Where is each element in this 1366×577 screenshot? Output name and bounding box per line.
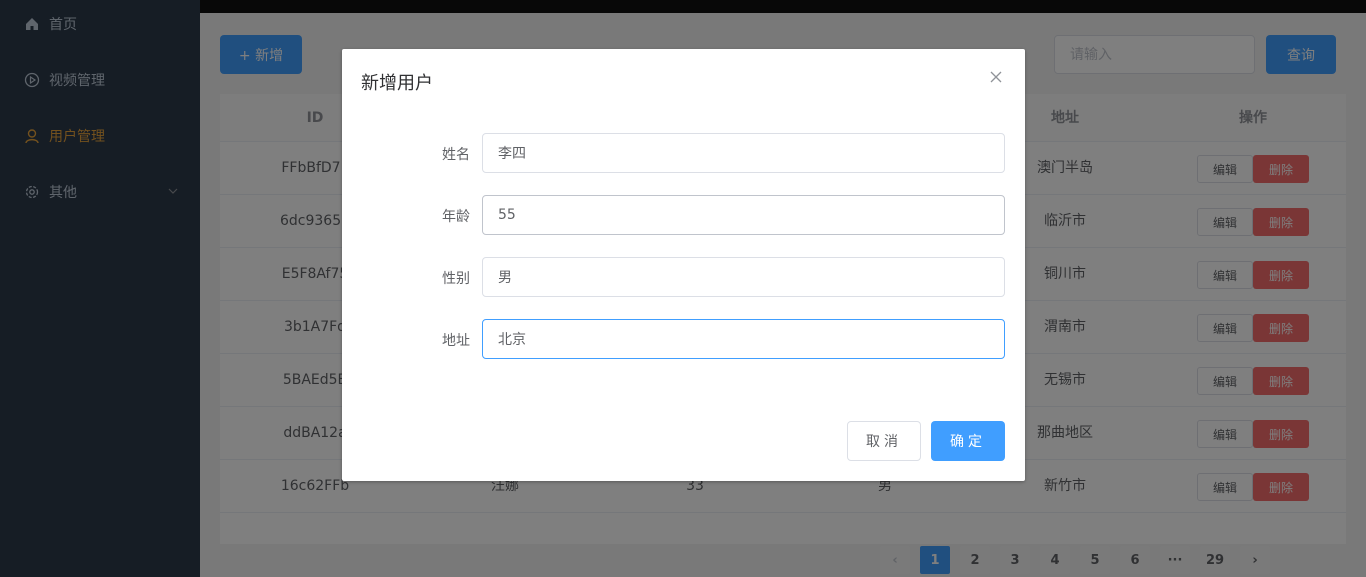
age-label: 年龄 [442,209,470,225]
close-icon[interactable] [988,69,1004,85]
sex-label: 性别 [442,271,470,287]
address-field[interactable] [482,319,1005,359]
confirm-button[interactable]: 确定 [931,421,1005,461]
add-user-dialog: 新增用户 姓名 年龄 性别 地址 取消 确定 [342,49,1025,481]
dialog-title: 新增用户 [361,73,433,94]
name-field[interactable] [482,133,1005,173]
name-label: 姓名 [442,147,470,163]
cancel-button[interactable]: 取消 [847,421,921,461]
address-label: 地址 [442,333,470,349]
sex-field[interactable] [482,257,1005,297]
age-field[interactable] [482,195,1005,235]
